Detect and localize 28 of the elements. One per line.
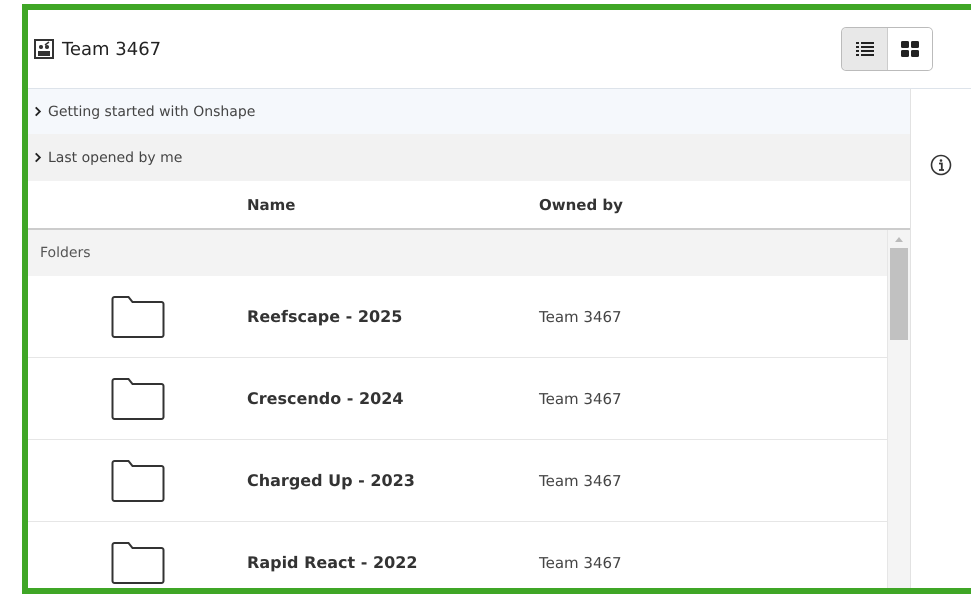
folder-icon xyxy=(110,542,164,584)
chevron-icon xyxy=(34,106,42,117)
team-icon xyxy=(34,39,54,59)
folder-icon xyxy=(110,378,164,420)
list-view-button[interactable] xyxy=(842,28,887,70)
scrollbar-thumb[interactable] xyxy=(890,248,908,340)
grid-icon xyxy=(901,41,919,57)
column-header[interactable]: Owned by xyxy=(539,196,623,214)
folder-name[interactable]: Reefscape - 2025 xyxy=(247,307,539,326)
section-toggle[interactable]: Getting started with Onshape xyxy=(28,89,910,134)
column-header[interactable]: Name xyxy=(247,196,539,214)
info-icon[interactable] xyxy=(930,154,952,176)
folder-icon xyxy=(110,460,164,502)
team-title: Team 3467 xyxy=(62,38,162,60)
folder-name[interactable]: Crescendo - 2024 xyxy=(247,389,539,408)
owner-name: Team 3467 xyxy=(539,554,622,572)
folder-name[interactable]: Charged Up - 2023 xyxy=(247,471,539,490)
grid-view-button[interactable] xyxy=(887,28,932,70)
list-icon xyxy=(856,41,874,57)
owner-name: Team 3467 xyxy=(539,472,622,490)
folder-icon xyxy=(110,296,164,338)
folder-name[interactable]: Rapid React - 2022 xyxy=(247,553,539,572)
owner-name: Team 3467 xyxy=(539,390,622,408)
group-label: Folders xyxy=(40,245,91,261)
section-toggle[interactable]: Last opened by me xyxy=(28,134,910,181)
chevron-icon xyxy=(34,152,42,163)
scrollbar[interactable] xyxy=(887,230,910,588)
owner-name: Team 3467 xyxy=(539,308,622,326)
